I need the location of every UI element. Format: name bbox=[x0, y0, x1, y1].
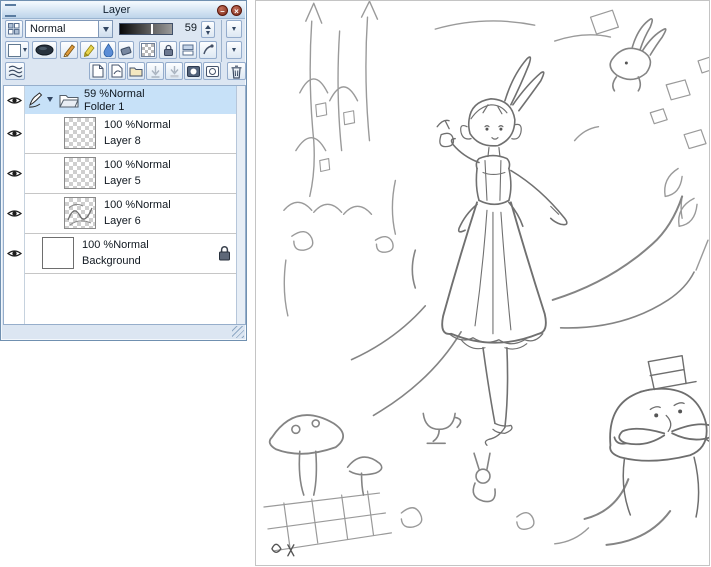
layer-name: Background bbox=[82, 255, 141, 267]
water-drop-icon bbox=[103, 43, 113, 57]
palette-menu-icon bbox=[5, 3, 16, 17]
layer-thumbnail[interactable] bbox=[64, 197, 96, 229]
palette-titlebar[interactable]: Layer – × bbox=[2, 2, 245, 19]
stack-icon bbox=[8, 65, 22, 77]
opacity-value[interactable]: 59 bbox=[175, 22, 197, 34]
pen-stroke-icon bbox=[35, 44, 54, 56]
chevron-down-icon bbox=[206, 30, 210, 35]
palette-options-button[interactable] bbox=[226, 20, 242, 38]
apply-mask-button[interactable] bbox=[203, 62, 221, 80]
chevron-down-icon bbox=[232, 27, 236, 31]
palette-title: Layer bbox=[102, 3, 131, 16]
layer-mask-icon bbox=[186, 65, 200, 77]
layer-palette: Layer – × Normal 59 59 %Normal Folder 1 … bbox=[0, 0, 247, 341]
palette-grid-button[interactable] bbox=[5, 20, 23, 38]
eye-icon[interactable] bbox=[7, 128, 22, 139]
transparency-checker-icon bbox=[141, 43, 155, 57]
layer-name: Layer 8 bbox=[104, 135, 141, 147]
new-raster-layer-button[interactable] bbox=[89, 62, 107, 80]
new-layer-icon bbox=[92, 64, 104, 78]
layer-command-toolbar bbox=[3, 62, 246, 82]
row-divider bbox=[25, 273, 236, 274]
lock-transparent-pixels-button[interactable] bbox=[139, 41, 157, 59]
apply-mask-icon bbox=[205, 65, 219, 77]
grid-icon bbox=[8, 23, 20, 35]
chevron-down-icon bbox=[102, 26, 109, 32]
close-button[interactable]: × bbox=[231, 4, 242, 16]
transfer-down-icon bbox=[150, 65, 160, 78]
lock-icon bbox=[219, 246, 230, 261]
layer-row-layer5[interactable]: 100 %Normal Layer 5 bbox=[4, 154, 245, 194]
new-folder-button[interactable] bbox=[127, 62, 145, 80]
minimize-button[interactable]: – bbox=[217, 4, 228, 16]
chevron-up-icon bbox=[205, 24, 211, 29]
blend-mode-select[interactable]: Normal bbox=[25, 20, 113, 38]
opacity-slider-thumb[interactable] bbox=[150, 24, 153, 34]
layer-thumbnail[interactable] bbox=[42, 237, 74, 269]
new-vector-layer-icon bbox=[111, 64, 123, 78]
layer-thumbnail[interactable] bbox=[64, 117, 96, 149]
merge-down-icon bbox=[169, 65, 179, 77]
lock-layer-button[interactable] bbox=[159, 41, 177, 59]
trash-icon bbox=[231, 65, 242, 79]
marker-tool-button[interactable] bbox=[80, 41, 98, 59]
layer-blend-info: 100 %Normal bbox=[82, 239, 149, 251]
toolbar-more-button[interactable] bbox=[226, 41, 242, 59]
edit-target-pencil-icon bbox=[28, 92, 43, 108]
layer-mask-button[interactable] bbox=[184, 62, 202, 80]
blend-mode-value: Normal bbox=[30, 23, 66, 35]
layer-list-button[interactable] bbox=[5, 62, 25, 80]
layer-row-layer6[interactable]: 100 %Normal Layer 6 bbox=[4, 194, 245, 234]
resize-grip[interactable] bbox=[232, 326, 244, 338]
eraser-icon bbox=[120, 46, 132, 56]
artwork-canvas[interactable] bbox=[255, 0, 710, 566]
layer-row-background[interactable]: 100 %Normal Background bbox=[4, 234, 245, 274]
folder-icon bbox=[59, 94, 79, 108]
layer-list-scrollbar[interactable] bbox=[236, 86, 245, 324]
watercolor-button[interactable] bbox=[100, 41, 116, 59]
layer-list: 59 %Normal Folder 1 100 %Normal Layer 8 … bbox=[3, 85, 246, 325]
opacity-stepper[interactable] bbox=[201, 21, 215, 38]
opacity-slider[interactable] bbox=[119, 23, 173, 35]
layer-name: Layer 6 bbox=[104, 215, 141, 227]
new-folder-icon bbox=[129, 67, 143, 76]
eye-icon[interactable] bbox=[7, 248, 22, 259]
eraser-tool-button[interactable] bbox=[118, 41, 134, 59]
layer-name: Layer 5 bbox=[104, 175, 141, 187]
pencil-icon bbox=[63, 44, 76, 57]
layer-thumbnail[interactable] bbox=[64, 157, 96, 189]
layer-row-layer8[interactable]: 100 %Normal Layer 8 bbox=[4, 114, 245, 154]
merge-down-button[interactable] bbox=[165, 62, 183, 80]
layer-blend-info: 100 %Normal bbox=[104, 119, 171, 131]
thumbnail-sketch bbox=[67, 203, 93, 226]
layer-color-swatch-button[interactable] bbox=[5, 41, 29, 59]
clip-to-layer-button[interactable] bbox=[179, 41, 197, 59]
blend-dropdown-button[interactable] bbox=[98, 21, 112, 37]
chevron-down-icon bbox=[22, 48, 27, 52]
reference-layer-button[interactable] bbox=[199, 41, 217, 59]
blend-opacity-row: Normal 59 bbox=[3, 20, 244, 62]
chevron-down-icon bbox=[232, 48, 236, 52]
eye-icon[interactable] bbox=[7, 208, 22, 219]
layer-property-toolbar bbox=[3, 41, 244, 61]
new-vector-layer-button[interactable] bbox=[108, 62, 126, 80]
marker-icon bbox=[83, 44, 95, 57]
layer-row-folder1[interactable]: 59 %Normal Folder 1 bbox=[4, 86, 245, 114]
color-swatch-icon bbox=[7, 43, 21, 57]
layer-blend-info: 100 %Normal bbox=[104, 159, 171, 171]
transfer-down-button[interactable] bbox=[146, 62, 164, 80]
delete-layer-button[interactable] bbox=[227, 62, 246, 80]
clip-layer-icon bbox=[182, 44, 194, 56]
reference-layer-icon bbox=[203, 44, 214, 55]
pen-stroke-button[interactable] bbox=[32, 41, 57, 59]
layer-name: Folder 1 bbox=[84, 101, 125, 113]
layer-blend-info: 59 %Normal bbox=[84, 88, 145, 100]
eye-icon[interactable] bbox=[7, 168, 22, 179]
layer-blend-info: 100 %Normal bbox=[104, 199, 171, 211]
sketch-drawing bbox=[263, 1, 709, 557]
pencil-tool-button[interactable] bbox=[60, 41, 78, 59]
collapse-arrow-icon[interactable] bbox=[47, 97, 53, 102]
lock-small-icon bbox=[163, 44, 173, 56]
eye-icon[interactable] bbox=[7, 95, 22, 106]
